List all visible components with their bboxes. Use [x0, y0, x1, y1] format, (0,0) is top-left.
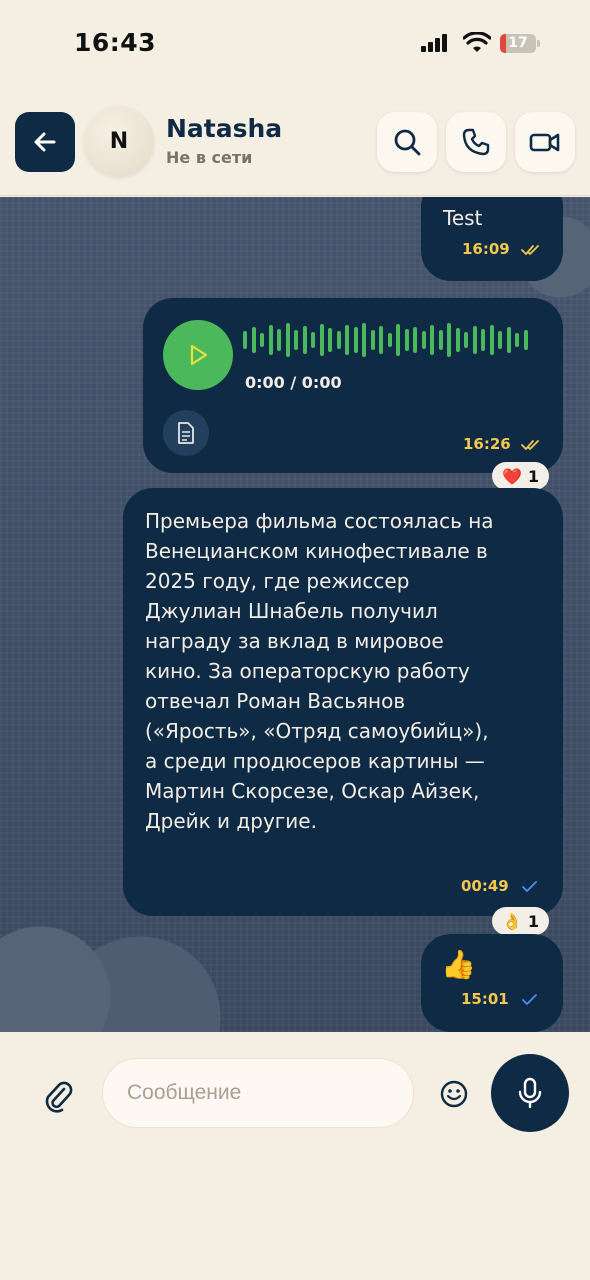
- back-button[interactable]: [15, 112, 75, 172]
- double-check-icon: [521, 245, 539, 255]
- transcribe-button[interactable]: [163, 410, 209, 456]
- emoji-button[interactable]: [434, 1074, 474, 1114]
- waveform-bar: [345, 325, 349, 355]
- message-time: 16:26: [463, 435, 511, 453]
- message-time: 16:09: [462, 240, 510, 258]
- search-button[interactable]: [377, 112, 437, 172]
- call-button[interactable]: [446, 112, 506, 172]
- waveform-bar: [447, 323, 451, 357]
- battery-level: 17: [508, 35, 528, 51]
- voice-waveform[interactable]: [243, 322, 533, 358]
- waveform-bar: [413, 327, 417, 353]
- play-icon: [190, 344, 208, 366]
- phone-icon: [462, 128, 490, 156]
- message-time: 15:01: [461, 990, 509, 1008]
- waveform-bar: [260, 333, 264, 347]
- chat-area[interactable]: Test 16:09 0:00 / 0:00 16:26 ❤️ 1 Премье…: [0, 197, 590, 1032]
- ok-hand-icon: 👌: [502, 911, 522, 931]
- video-camera-icon: [529, 133, 560, 152]
- waveform-bar: [362, 323, 366, 357]
- message-text: Test: [443, 206, 483, 230]
- composer-bar: [0, 1032, 590, 1192]
- wifi-icon: [463, 32, 491, 52]
- search-icon: [394, 129, 421, 156]
- thumbs-up-icon: 👍: [441, 948, 476, 981]
- waveform-bar: [370, 330, 375, 350]
- avatar[interactable]: N: [84, 106, 154, 176]
- double-check-icon: [521, 440, 539, 450]
- voice-duration: 0:00 / 0:00: [245, 373, 342, 392]
- check-icon: [522, 881, 537, 892]
- waveform-bar: [489, 325, 494, 355]
- reaction-count: 1: [527, 466, 540, 486]
- waveform-bar: [353, 327, 358, 353]
- play-button[interactable]: [163, 320, 233, 390]
- heart-icon: ❤️: [502, 466, 522, 486]
- waveform-bar: [515, 333, 519, 347]
- waveform-bar: [438, 330, 443, 350]
- cellular-signal-icon: [421, 34, 453, 52]
- waveform-bar: [472, 326, 477, 354]
- waveform-bar: [302, 326, 307, 354]
- reaction-badge[interactable]: ❤️ 1: [492, 462, 550, 490]
- waveform-bar: [481, 329, 485, 351]
- attach-button[interactable]: [38, 1076, 78, 1116]
- waveform-bar: [268, 325, 273, 355]
- waveform-bar: [396, 324, 400, 356]
- message-bubble[interactable]: Test 16:09: [421, 197, 563, 281]
- chat-header: N Natasha Не в сети: [0, 90, 590, 196]
- waveform-bar: [285, 323, 290, 357]
- smiley-icon: [440, 1080, 468, 1108]
- reaction-count: 1: [527, 911, 540, 931]
- waveform-bar: [319, 324, 324, 356]
- waveform-bar: [498, 331, 502, 349]
- message-bubble[interactable]: Премьера фильма состоялась на Венецианск…: [123, 488, 563, 916]
- battery-icon: 17: [500, 34, 536, 53]
- message-time: 00:49: [461, 877, 509, 895]
- status-time: 16:43: [74, 28, 157, 57]
- waveform-bar: [506, 327, 511, 353]
- document-icon: [178, 422, 194, 444]
- voice-message-bubble[interactable]: 0:00 / 0:00 16:26: [143, 298, 563, 473]
- waveform-bar: [455, 328, 460, 352]
- reaction-badge[interactable]: 👌 1: [492, 907, 550, 935]
- microphone-icon: [518, 1077, 542, 1109]
- waveform-bar: [243, 331, 247, 349]
- paperclip-icon: [45, 1081, 73, 1113]
- waveform-bar: [379, 326, 383, 354]
- waveform-bar: [430, 325, 434, 355]
- message-bubble[interactable]: 👍 15:01: [421, 934, 563, 1032]
- waveform-bar: [294, 330, 298, 350]
- status-bar: 16:43 17: [0, 0, 590, 90]
- message-text: Премьера фильма состоялась на Венецианск…: [145, 509, 494, 833]
- waveform-bar: [251, 327, 256, 353]
- contact-status: Не в сети: [166, 148, 253, 167]
- waveform-bar: [464, 332, 468, 348]
- waveform-bar: [311, 332, 315, 348]
- message-input[interactable]: [102, 1058, 414, 1128]
- waveform-bar: [404, 329, 409, 351]
- video-call-button[interactable]: [515, 112, 575, 172]
- contact-name[interactable]: Natasha: [166, 114, 282, 143]
- waveform-bar: [328, 328, 332, 352]
- waveform-bar: [523, 330, 528, 350]
- voice-record-button[interactable]: [491, 1054, 569, 1132]
- arrow-left-icon: [34, 132, 56, 152]
- waveform-bar: [421, 331, 426, 349]
- check-icon: [522, 994, 537, 1005]
- waveform-bar: [387, 333, 392, 347]
- waveform-bar: [277, 329, 281, 351]
- waveform-bar: [336, 331, 341, 349]
